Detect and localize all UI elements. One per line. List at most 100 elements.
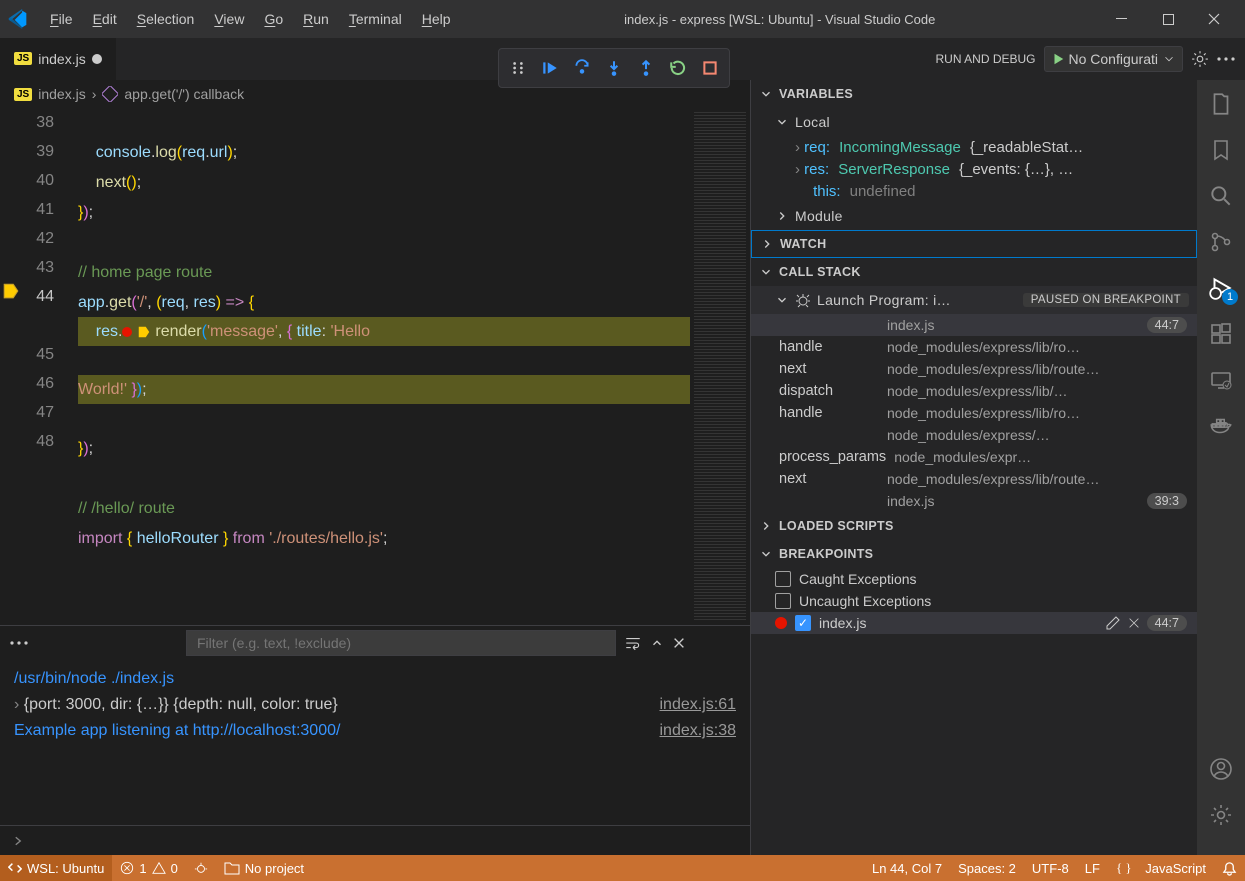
- step-out-button[interactable]: [631, 53, 661, 83]
- gear-icon[interactable]: [1191, 50, 1209, 68]
- checkbox[interactable]: [775, 571, 791, 587]
- chevron-right-icon: [760, 237, 774, 251]
- chevron-up-icon[interactable]: [650, 636, 664, 650]
- variable-row[interactable]: this: undefined: [751, 180, 1197, 202]
- scope-module[interactable]: Module: [751, 202, 1197, 230]
- bp-uncaught[interactable]: Uncaught Exceptions: [751, 590, 1197, 612]
- run-debug-icon[interactable]: 1: [1207, 274, 1235, 302]
- docker-icon[interactable]: [1207, 412, 1235, 440]
- bug-icon: [795, 292, 811, 308]
- section-variables[interactable]: VARIABLES: [751, 80, 1197, 108]
- section-watch[interactable]: WATCH: [751, 230, 1197, 258]
- drag-handle-icon[interactable]: [503, 53, 533, 83]
- minimize-button[interactable]: [1099, 0, 1145, 38]
- code-area[interactable]: console.log(req.url); next(); }); // hom…: [78, 108, 690, 625]
- search-icon[interactable]: [1207, 182, 1235, 210]
- activity-badge: 1: [1222, 289, 1238, 305]
- error-icon: [120, 861, 134, 875]
- explorer-icon[interactable]: [1207, 90, 1235, 118]
- chevron-down-icon: [759, 87, 773, 101]
- repl-input[interactable]: [0, 825, 750, 855]
- section-breakpoints[interactable]: BREAKPOINTS: [751, 540, 1197, 568]
- stack-frame[interactable]: node_modules/express/…: [751, 424, 1197, 446]
- chevron-down-icon: [759, 265, 773, 279]
- step-over-button[interactable]: [567, 53, 597, 83]
- chevron-right-icon: ›: [92, 86, 97, 102]
- editor[interactable]: 38394041424344 45464748 console.log(req.…: [0, 108, 750, 625]
- section-callstack[interactable]: CALL STACK: [751, 258, 1197, 286]
- eol[interactable]: LF: [1077, 855, 1108, 881]
- indentation[interactable]: Spaces: 2: [950, 855, 1024, 881]
- encoding[interactable]: UTF-8: [1024, 855, 1077, 881]
- account-icon[interactable]: [1207, 755, 1235, 783]
- continue-button[interactable]: [535, 53, 565, 83]
- language-mode[interactable]: { } JavaScript: [1108, 855, 1214, 881]
- stack-frame[interactable]: handlenode_modules/express/lib/ro…: [751, 336, 1197, 358]
- stack-frame[interactable]: index.js39:3: [751, 490, 1197, 512]
- chevron-right-icon: [759, 519, 773, 533]
- remote-explorer-icon[interactable]: [1207, 366, 1235, 394]
- menu-view[interactable]: View: [204, 7, 254, 31]
- settings-gear-icon[interactable]: [1207, 801, 1235, 829]
- run-config-selector[interactable]: No Configurati: [1044, 46, 1184, 72]
- method-icon: [102, 86, 118, 102]
- project-indicator[interactable]: No project: [216, 855, 312, 881]
- section-loaded-scripts[interactable]: LOADED SCRIPTS: [751, 512, 1197, 540]
- status-bar: WSL: Ubuntu 1 0 No project Ln 44, Col 7 …: [0, 855, 1245, 881]
- debug-toolbar: [498, 48, 730, 88]
- extensions-icon[interactable]: [1207, 320, 1235, 348]
- callstack-session[interactable]: Launch Program: i… PAUSED ON BREAKPOINT: [751, 286, 1197, 314]
- js-icon: JS: [14, 52, 32, 65]
- source-control-icon[interactable]: [1207, 228, 1235, 256]
- ellipsis-icon[interactable]: [10, 641, 28, 645]
- menu-edit[interactable]: Edit: [83, 7, 127, 31]
- stack-frame[interactable]: index.js44:7: [751, 314, 1197, 336]
- minimap[interactable]: [690, 108, 750, 625]
- close-window-button[interactable]: [1191, 0, 1237, 38]
- variable-row[interactable]: › res: ServerResponse {_events: {…}, …: [751, 158, 1197, 180]
- stack-frame[interactable]: nextnode_modules/express/lib/route…: [751, 468, 1197, 490]
- problems-indicator[interactable]: 1 0: [112, 855, 185, 881]
- word-wrap-icon[interactable]: [624, 634, 642, 652]
- notifications-icon[interactable]: [1214, 855, 1245, 881]
- edit-icon[interactable]: [1105, 615, 1121, 631]
- bp-caught[interactable]: Caught Exceptions: [751, 568, 1197, 590]
- menu-selection[interactable]: Selection: [127, 7, 205, 31]
- dirty-dot-icon: [92, 54, 102, 64]
- stack-frame[interactable]: handlenode_modules/express/lib/ro…: [751, 402, 1197, 424]
- close-icon[interactable]: [672, 636, 686, 650]
- folder-icon: [224, 861, 240, 875]
- step-into-button[interactable]: [599, 53, 629, 83]
- bookmark-icon[interactable]: [1207, 136, 1235, 164]
- menu-terminal[interactable]: Terminal: [339, 7, 412, 31]
- console-filter-input[interactable]: [186, 630, 616, 656]
- stack-frame[interactable]: process_paramsnode_modules/expr…: [751, 446, 1197, 468]
- stack-frame[interactable]: dispatchnode_modules/express/lib/…: [751, 380, 1197, 402]
- cursor-position[interactable]: Ln 44, Col 7: [864, 855, 950, 881]
- scope-local[interactable]: Local: [751, 108, 1197, 136]
- variable-row[interactable]: › req: IncomingMessage {_readableStat…: [751, 136, 1197, 158]
- restart-button[interactable]: [663, 53, 693, 83]
- stop-button[interactable]: [695, 53, 725, 83]
- bp-file[interactable]: ✓ index.js 44:7: [751, 612, 1197, 634]
- checkbox[interactable]: ✓: [795, 615, 811, 631]
- menu-file[interactable]: File: [40, 7, 83, 31]
- chevron-right-icon: [775, 209, 789, 223]
- paused-status-badge: PAUSED ON BREAKPOINT: [1023, 293, 1189, 307]
- debug-target[interactable]: [186, 855, 216, 881]
- line-gutter: 38394041424344 45464748: [0, 108, 78, 625]
- warning-icon: [152, 861, 166, 875]
- close-icon[interactable]: [1127, 616, 1141, 630]
- js-icon: JS: [14, 88, 32, 101]
- console-output[interactable]: /usr/bin/node ./index.js › {port: 3000, …: [0, 660, 750, 825]
- menu-help[interactable]: Help: [412, 7, 461, 31]
- checkbox[interactable]: [775, 593, 791, 609]
- remote-indicator[interactable]: WSL: Ubuntu: [0, 855, 112, 881]
- stack-frame[interactable]: nextnode_modules/express/lib/route…: [751, 358, 1197, 380]
- menu-go[interactable]: Go: [254, 7, 293, 31]
- menu-run[interactable]: Run: [293, 7, 339, 31]
- ellipsis-icon[interactable]: [1217, 57, 1235, 61]
- bug-small-icon: [194, 861, 208, 875]
- maximize-button[interactable]: [1145, 0, 1191, 38]
- tab-index-js[interactable]: JS index.js 1: [0, 38, 116, 80]
